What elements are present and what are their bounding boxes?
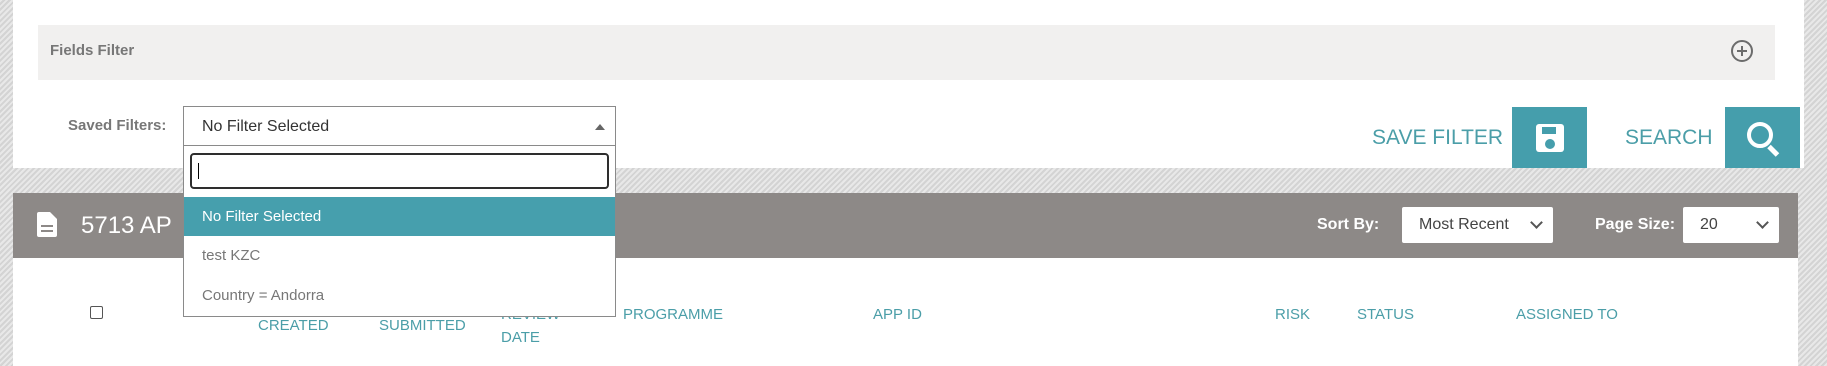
column-header-submitted[interactable]: SUBMITTED [379,316,466,336]
dropdown-option-label: Country = Andorra [202,287,325,304]
save-filter-link[interactable]: SAVE FILTER [1372,126,1503,150]
chevron-down-icon [1756,216,1769,229]
results-count: 5713 AP [81,212,172,239]
search-button[interactable] [1725,107,1800,168]
saved-filters-selected-value: No Filter Selected [202,118,330,135]
saved-filters-select[interactable]: No Filter Selected [183,106,616,146]
chevron-down-icon [1530,216,1543,229]
column-header-assigned-to[interactable]: ASSIGNED TO [1516,305,1618,325]
column-header-review-date-line2: DATE [501,329,540,346]
fields-filter-bar[interactable]: Fields Filter [38,25,1775,80]
sort-by-value: Most Recent [1419,216,1509,233]
sort-by-select[interactable]: Most Recent [1402,207,1553,243]
search-link[interactable]: SEARCH [1625,126,1713,150]
dropdown-option-test-kzc[interactable]: test KZC [184,236,615,275]
column-header-risk[interactable]: RISK [1275,305,1310,325]
saved-filters-label: Saved Filters: [68,117,167,134]
dropdown-option-no-filter[interactable]: No Filter Selected [184,197,615,236]
saved-filters-dropdown: No Filter Selected test KZC Country = An… [183,146,616,317]
column-header-programme[interactable]: PROGRAMME [623,305,723,325]
save-filter-button[interactable] [1512,107,1587,168]
dropdown-option-country-andorra[interactable]: Country = Andorra [184,276,615,315]
column-header-created[interactable]: CREATED [258,316,329,336]
document-icon [37,212,57,237]
dropdown-search-input[interactable] [190,153,609,189]
caret-up-icon [595,124,605,130]
column-header-status[interactable]: STATUS [1357,305,1414,325]
dropdown-option-label: test KZC [202,247,261,264]
magnifier-icon [1747,122,1773,148]
page-size-label: Page Size: [1595,216,1676,233]
select-all-checkbox[interactable] [90,306,103,319]
fields-filter-title: Fields Filter [50,42,135,59]
plus-circle-icon[interactable] [1731,40,1753,62]
page-size-select[interactable]: 20 [1683,207,1779,243]
column-header-app-id[interactable]: APP ID [873,305,922,325]
dropdown-option-label: No Filter Selected [202,208,322,225]
sort-by-label: Sort By: [1317,216,1380,233]
floppy-disk-icon [1536,124,1564,152]
page-size-value: 20 [1700,216,1718,233]
magnifier-handle [1767,144,1780,157]
